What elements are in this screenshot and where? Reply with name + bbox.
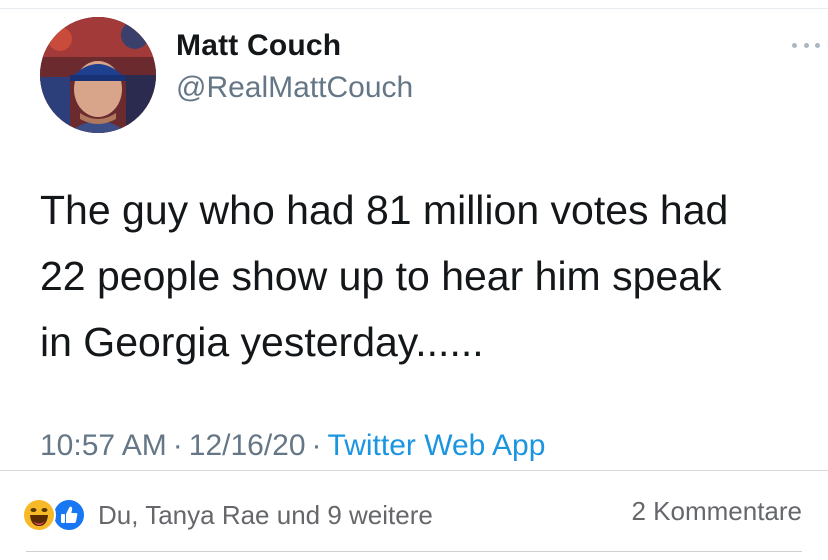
haha-reaction-icon xyxy=(22,498,56,532)
reaction-names: Du, Tanya Rae und 9 weitere xyxy=(98,499,433,530)
tweet-date[interactable]: 12/16/20 xyxy=(189,429,306,462)
tweet-text: The guy who had 81 million votes had 22 … xyxy=(40,187,729,365)
comments-count-link[interactable]: 2 Kommentare xyxy=(631,496,802,527)
reaction-icons xyxy=(22,498,92,532)
dot xyxy=(815,42,820,48)
avatar-photo xyxy=(40,17,156,133)
author-handle[interactable]: @RealMattCouch xyxy=(176,71,413,105)
author-display-name[interactable]: Matt Couch xyxy=(176,29,341,63)
divider xyxy=(0,470,828,471)
more-dots-icon[interactable] xyxy=(792,37,820,53)
divider xyxy=(26,551,802,552)
like-reaction-icon xyxy=(52,498,86,532)
tweet-meta: 10:57 AM · 12/16/20 · Twitter Web App xyxy=(40,429,545,463)
facebook-reaction-bar: Du, Tanya Rae und 9 weitere 2 Kommentare xyxy=(0,470,828,558)
reactions-summary[interactable]: Du, Tanya Rae und 9 weitere xyxy=(22,498,433,532)
avatar[interactable] xyxy=(40,17,156,133)
dot xyxy=(803,42,809,48)
meta-separator: · xyxy=(172,429,183,462)
tweet-card: Matt Couch @RealMattCouch The guy who ha… xyxy=(0,8,828,471)
tweet-time: 10:57 AM xyxy=(40,429,167,462)
tweet-source-link[interactable]: Twitter Web App xyxy=(328,429,546,462)
meta-separator: · xyxy=(311,429,322,462)
dot xyxy=(792,42,797,48)
